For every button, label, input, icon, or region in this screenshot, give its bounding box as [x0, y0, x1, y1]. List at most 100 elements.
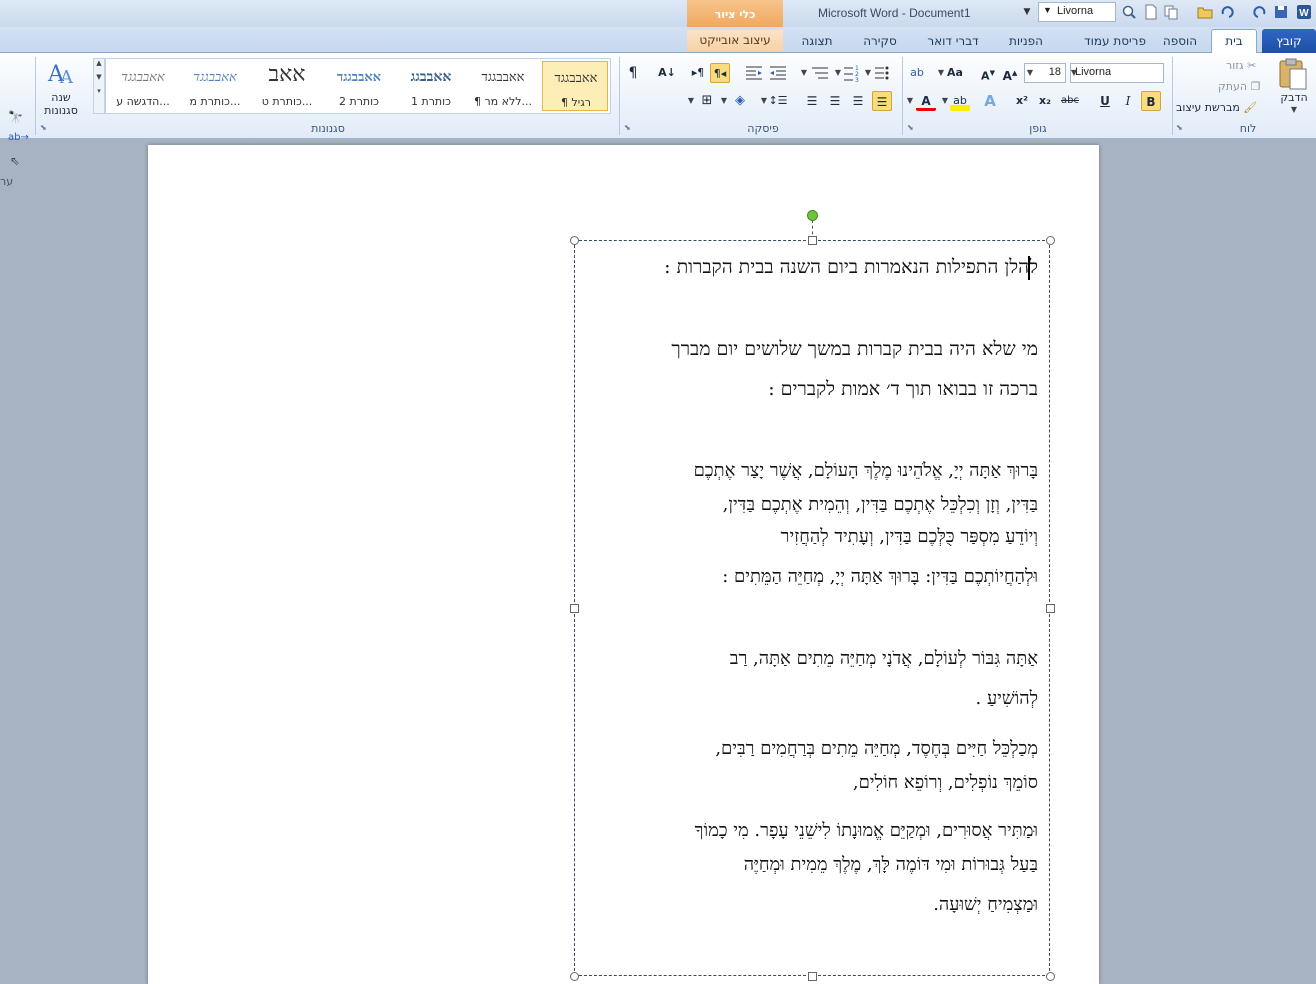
style-name: כותרת ט... — [261, 95, 313, 108]
tab-page-layout[interactable]: פריסת עמוד — [1077, 31, 1153, 53]
select-icon[interactable]: ⇖ — [10, 154, 20, 168]
show-hide-marks-icon[interactable]: ¶ — [623, 63, 643, 83]
style-subtitle[interactable]: אאבבגגד כותרת מ... — [182, 61, 248, 111]
resize-handle-top-right[interactable] — [1046, 236, 1055, 245]
text-line: וּלְהַחֲיוֹתְכֶם בַּדִּין: בָּרוּךְ אַתָ… — [722, 566, 1038, 587]
word-app-icon[interactable]: W — [1296, 4, 1312, 20]
increase-indent-icon[interactable] — [744, 63, 764, 83]
resize-handle-bottom[interactable] — [808, 972, 817, 981]
sort-icon[interactable]: A↓ — [657, 63, 677, 83]
resize-handle-bottom-right[interactable] — [1046, 972, 1055, 981]
change-styles-label[interactable]: שנה סגנונות — [38, 91, 84, 117]
replace-icon[interactable]: ab→ — [8, 132, 29, 143]
more-styles-icon[interactable]: ▾ — [94, 87, 104, 95]
save-icon[interactable] — [1273, 4, 1289, 20]
numbering-icon[interactable]: 123 — [842, 63, 862, 83]
tab-references[interactable]: הפניות — [1004, 31, 1048, 53]
change-styles-icon[interactable]: AA — [46, 57, 76, 87]
line-spacing-icon[interactable]: ↕☰ — [768, 91, 788, 111]
font-launcher-icon[interactable]: ⬊ — [907, 123, 916, 132]
shading-dropdown-icon[interactable]: ▼ — [720, 91, 728, 111]
borders-dropdown-icon[interactable]: ▼ — [687, 91, 695, 111]
style-heading-2[interactable]: אאבבגגד כותרת 2 — [326, 61, 392, 111]
style-heading-1[interactable]: אאבבגג כותרת 1 — [398, 61, 464, 111]
justify-icon[interactable]: ☰ — [802, 91, 822, 111]
highlight-color-icon[interactable]: ab — [950, 91, 970, 111]
gallery-scrollbar[interactable]: ▲ ▼ ▾ — [93, 58, 105, 114]
align-center-icon[interactable]: ☰ — [848, 91, 868, 111]
bullets-icon[interactable] — [872, 63, 892, 83]
shading-icon[interactable]: ◈ — [730, 91, 750, 111]
clear-formatting-icon[interactable]: ab — [907, 63, 927, 83]
new-document-icon[interactable] — [1143, 4, 1159, 20]
paragraph-launcher-icon[interactable]: ⬊ — [624, 123, 633, 132]
resize-handle-bottom-left[interactable] — [570, 972, 579, 981]
subscript-icon[interactable]: x₂ — [1035, 91, 1055, 111]
copy-doc-icon[interactable] — [1163, 4, 1179, 20]
paste-dropdown-icon[interactable]: ▼ — [1276, 105, 1312, 114]
paste-label[interactable]: הדבק — [1276, 91, 1312, 104]
tab-home[interactable]: בית — [1211, 29, 1257, 54]
rotation-handle[interactable] — [807, 210, 818, 221]
tab-format-object[interactable]: עיצוב אובייקט — [687, 30, 783, 52]
tab-insert[interactable]: הוספה — [1158, 31, 1202, 53]
italic-icon[interactable]: I — [1118, 91, 1138, 111]
style-no-spacing[interactable]: אאבבגגד ¶ ללא מר... — [470, 61, 536, 111]
svg-text:A: A — [59, 67, 74, 87]
undo-icon[interactable] — [1252, 4, 1268, 20]
numbering-dropdown-icon[interactable]: ▼ — [834, 63, 842, 83]
decrease-indent-icon[interactable] — [768, 63, 788, 83]
clipboard-launcher-icon[interactable]: ⬊ — [1176, 123, 1185, 132]
font-name-dropdown-icon[interactable]: ▼ — [1070, 63, 1078, 83]
left-to-right-icon[interactable]: ▸¶ — [688, 63, 708, 83]
find-icon[interactable]: 🔭 — [8, 110, 23, 124]
underline-icon[interactable]: U — [1095, 91, 1115, 111]
font-size-value: 18 — [1048, 66, 1061, 78]
highlight-dropdown-icon[interactable]: ▼ — [941, 91, 949, 111]
open-folder-icon[interactable] — [1197, 4, 1213, 20]
align-left-icon[interactable]: ☰ — [825, 91, 845, 111]
tab-mailings[interactable]: דברי דואר — [920, 31, 986, 53]
quick-font-box[interactable]: ▼ Livorna — [1038, 2, 1116, 22]
multilevel-dropdown-icon[interactable]: ▼ — [800, 63, 808, 83]
bullets-dropdown-icon[interactable]: ▼ — [864, 63, 872, 83]
resize-handle-right[interactable] — [1046, 604, 1055, 613]
resize-handle-top-left[interactable] — [570, 236, 579, 245]
copy-button[interactable]: העתק ❐ — [1218, 80, 1260, 93]
right-to-left-icon[interactable]: ¶◂ — [710, 63, 730, 83]
title-bar: כלי ציור Microsoft Word - Document1 ▼ ▼ L… — [0, 0, 1316, 30]
change-case-dropdown-icon[interactable]: ▼ — [937, 63, 945, 83]
scroll-down-icon[interactable]: ▼ — [94, 73, 104, 81]
style-subtle-emphasis[interactable]: אאבבגגד הדגשה ע... — [110, 61, 176, 111]
print-preview-icon[interactable] — [1121, 4, 1137, 20]
paste-icon[interactable] — [1276, 57, 1310, 91]
align-right-icon[interactable]: ☰ — [872, 91, 892, 111]
tab-review[interactable]: סקירה — [857, 31, 903, 53]
bold-icon[interactable]: B — [1141, 91, 1161, 111]
tab-file[interactable]: קובץ — [1262, 29, 1316, 53]
font-size-dropdown-icon[interactable]: ▼ — [1026, 63, 1034, 83]
line-spacing-dropdown-icon[interactable]: ▼ — [760, 91, 768, 111]
strikethrough-icon[interactable]: abc — [1060, 91, 1080, 111]
multilevel-list-icon[interactable] — [810, 63, 830, 83]
tab-view[interactable]: תצוגה — [795, 31, 839, 53]
grow-font-icon[interactable]: A▲ — [1000, 63, 1020, 83]
cut-button[interactable]: גזור ✂ — [1226, 59, 1256, 72]
format-painter-button[interactable]: מברשת עיצוב 🖌 — [1176, 101, 1257, 114]
resize-handle-top[interactable] — [808, 236, 817, 245]
font-color-icon[interactable]: A — [916, 91, 936, 111]
text-effects-icon[interactable]: A — [980, 91, 1000, 111]
styles-launcher-icon[interactable]: ⬊ — [40, 123, 49, 132]
title-dropdown-icon[interactable]: ▼ — [1020, 4, 1034, 20]
superscript-icon[interactable]: x² — [1012, 91, 1032, 111]
borders-icon[interactable]: ⊞ — [697, 91, 717, 111]
resize-handle-left[interactable] — [570, 604, 579, 613]
style-title[interactable]: אאב כותרת ט... — [254, 61, 320, 111]
font-color-dropdown-icon[interactable]: ▼ — [906, 91, 914, 111]
font-name-field[interactable]: Livorna — [1070, 63, 1164, 83]
redo-icon[interactable] — [1219, 4, 1235, 20]
style-normal[interactable]: אאבבגגד ¶ רגיל — [542, 61, 608, 111]
shrink-font-icon[interactable]: A▼ — [978, 63, 998, 83]
scroll-up-icon[interactable]: ▲ — [94, 59, 104, 67]
change-case-icon[interactable]: Aa — [945, 63, 965, 83]
